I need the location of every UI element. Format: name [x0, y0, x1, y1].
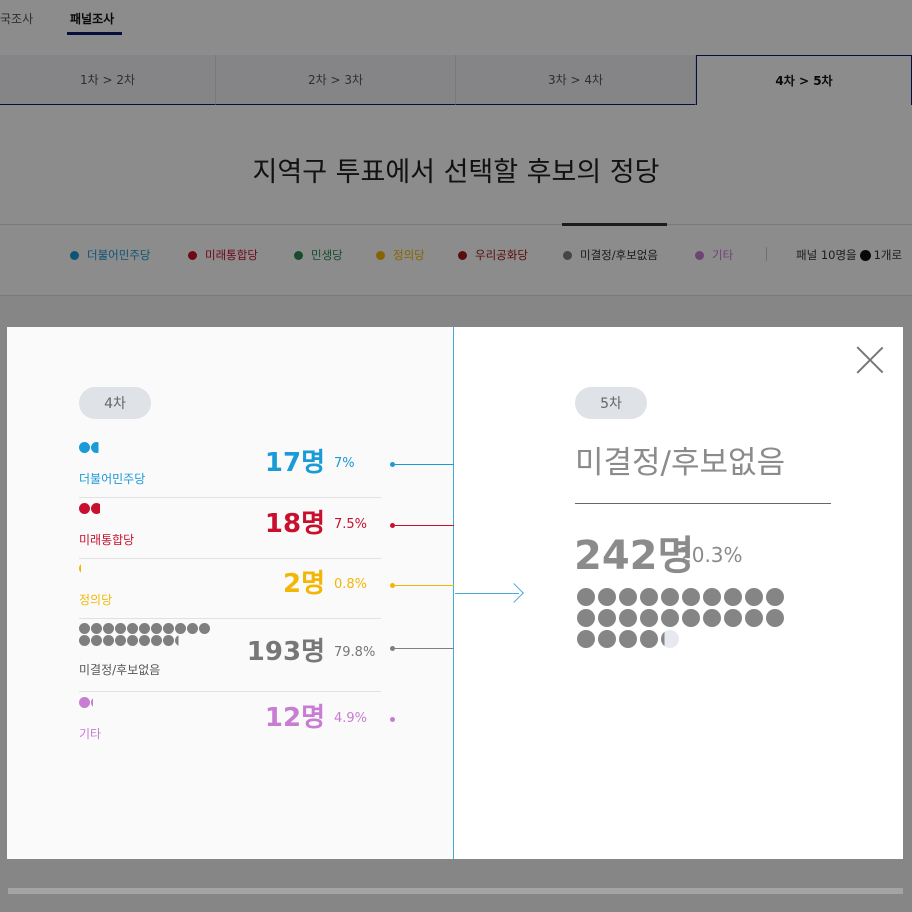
party-count: 193명 — [246, 637, 325, 667]
person-dot-partial — [91, 697, 102, 708]
destination-percentage: 20.3% — [679, 543, 743, 567]
person-dot — [163, 635, 174, 646]
party-percentage: 7.5% — [334, 517, 368, 532]
party-percentage: 7% — [334, 456, 355, 471]
party-dot-matrix — [79, 442, 219, 453]
person-dot-partial — [661, 630, 679, 648]
person-dot — [151, 623, 162, 634]
person-dot — [79, 635, 90, 646]
row-divider — [79, 618, 381, 619]
person-dot — [682, 609, 700, 627]
row-divider — [79, 691, 381, 692]
person-dot — [745, 609, 763, 627]
person-dot — [103, 623, 114, 634]
row-divider — [79, 497, 381, 498]
person-dot — [598, 609, 616, 627]
party-count: 18명 — [264, 509, 325, 539]
person-dot — [91, 635, 102, 646]
backdrop-strip — [8, 888, 903, 894]
party-count: 12명 — [264, 703, 325, 733]
party-dot-matrix — [79, 503, 219, 514]
person-dot — [619, 609, 637, 627]
person-dot — [745, 588, 763, 606]
person-dot — [619, 588, 637, 606]
person-dot — [115, 623, 126, 634]
source-round-panel — [7, 327, 454, 859]
person-dot — [640, 630, 658, 648]
party-name: 미결정/후보없음 — [79, 663, 161, 677]
party-dot-matrix — [79, 697, 219, 708]
party-name: 더불어민주당 — [79, 472, 146, 486]
person-dot — [577, 630, 595, 648]
arrow-right-icon — [504, 583, 524, 603]
person-dot-partial — [79, 563, 90, 574]
person-dot-partial — [91, 503, 102, 514]
person-dot-partial — [175, 635, 186, 646]
destination-party-name: 미결정/후보없음 — [575, 445, 786, 481]
connector-line — [395, 585, 454, 586]
transition-detail-modal: 4차 더불어민주당 17명 7% 미래통합당 18명 7.5% 정의당 2명 0.8% 미결정/후… — [7, 327, 903, 859]
person-dot — [577, 609, 595, 627]
person-dot — [127, 623, 138, 634]
person-dot — [91, 623, 102, 634]
connector-line — [395, 648, 454, 649]
person-dot — [139, 623, 150, 634]
connector-line — [395, 525, 454, 526]
person-dot — [682, 588, 700, 606]
destination-count: 242명 — [574, 533, 695, 579]
row-divider — [79, 558, 381, 559]
destination-dot-matrix — [577, 588, 789, 648]
person-dot — [79, 697, 90, 708]
person-dot — [724, 588, 742, 606]
person-dot — [703, 609, 721, 627]
person-dot — [619, 630, 637, 648]
person-dot — [115, 635, 126, 646]
close-icon[interactable] — [855, 345, 885, 375]
person-dot — [598, 630, 616, 648]
party-percentage: 4.9% — [334, 711, 368, 726]
person-dot — [703, 588, 721, 606]
person-dot — [79, 503, 90, 514]
party-percentage: 0.8% — [334, 577, 368, 592]
person-dot — [103, 635, 114, 646]
person-dot — [127, 635, 138, 646]
person-dot — [79, 623, 90, 634]
person-dot — [175, 623, 186, 634]
party-percentage: 79.8% — [334, 645, 376, 660]
from-round-badge: 4차 — [79, 387, 151, 419]
person-dot — [640, 588, 658, 606]
person-dot — [187, 623, 198, 634]
person-dot-partial — [91, 442, 102, 453]
person-dot — [661, 609, 679, 627]
person-dot — [766, 609, 784, 627]
person-dot — [199, 623, 210, 634]
party-name: 기타 — [79, 727, 102, 741]
person-dot — [661, 588, 679, 606]
person-dot — [139, 635, 150, 646]
party-name: 미래통합당 — [79, 533, 135, 547]
person-dot — [766, 588, 784, 606]
person-dot — [151, 635, 162, 646]
party-count: 2명 — [282, 569, 325, 599]
connector-dot — [390, 717, 395, 722]
person-dot — [79, 442, 90, 453]
destination-divider — [575, 503, 831, 504]
party-name: 정의당 — [79, 593, 113, 607]
party-dot-matrix — [79, 623, 219, 646]
person-dot — [598, 588, 616, 606]
to-round-badge: 5차 — [575, 387, 647, 419]
connector-line — [395, 464, 454, 465]
person-dot — [577, 588, 595, 606]
party-dot-matrix — [79, 563, 219, 574]
person-dot — [640, 609, 658, 627]
person-dot — [724, 609, 742, 627]
person-dot — [163, 623, 174, 634]
party-count: 17명 — [264, 448, 325, 478]
